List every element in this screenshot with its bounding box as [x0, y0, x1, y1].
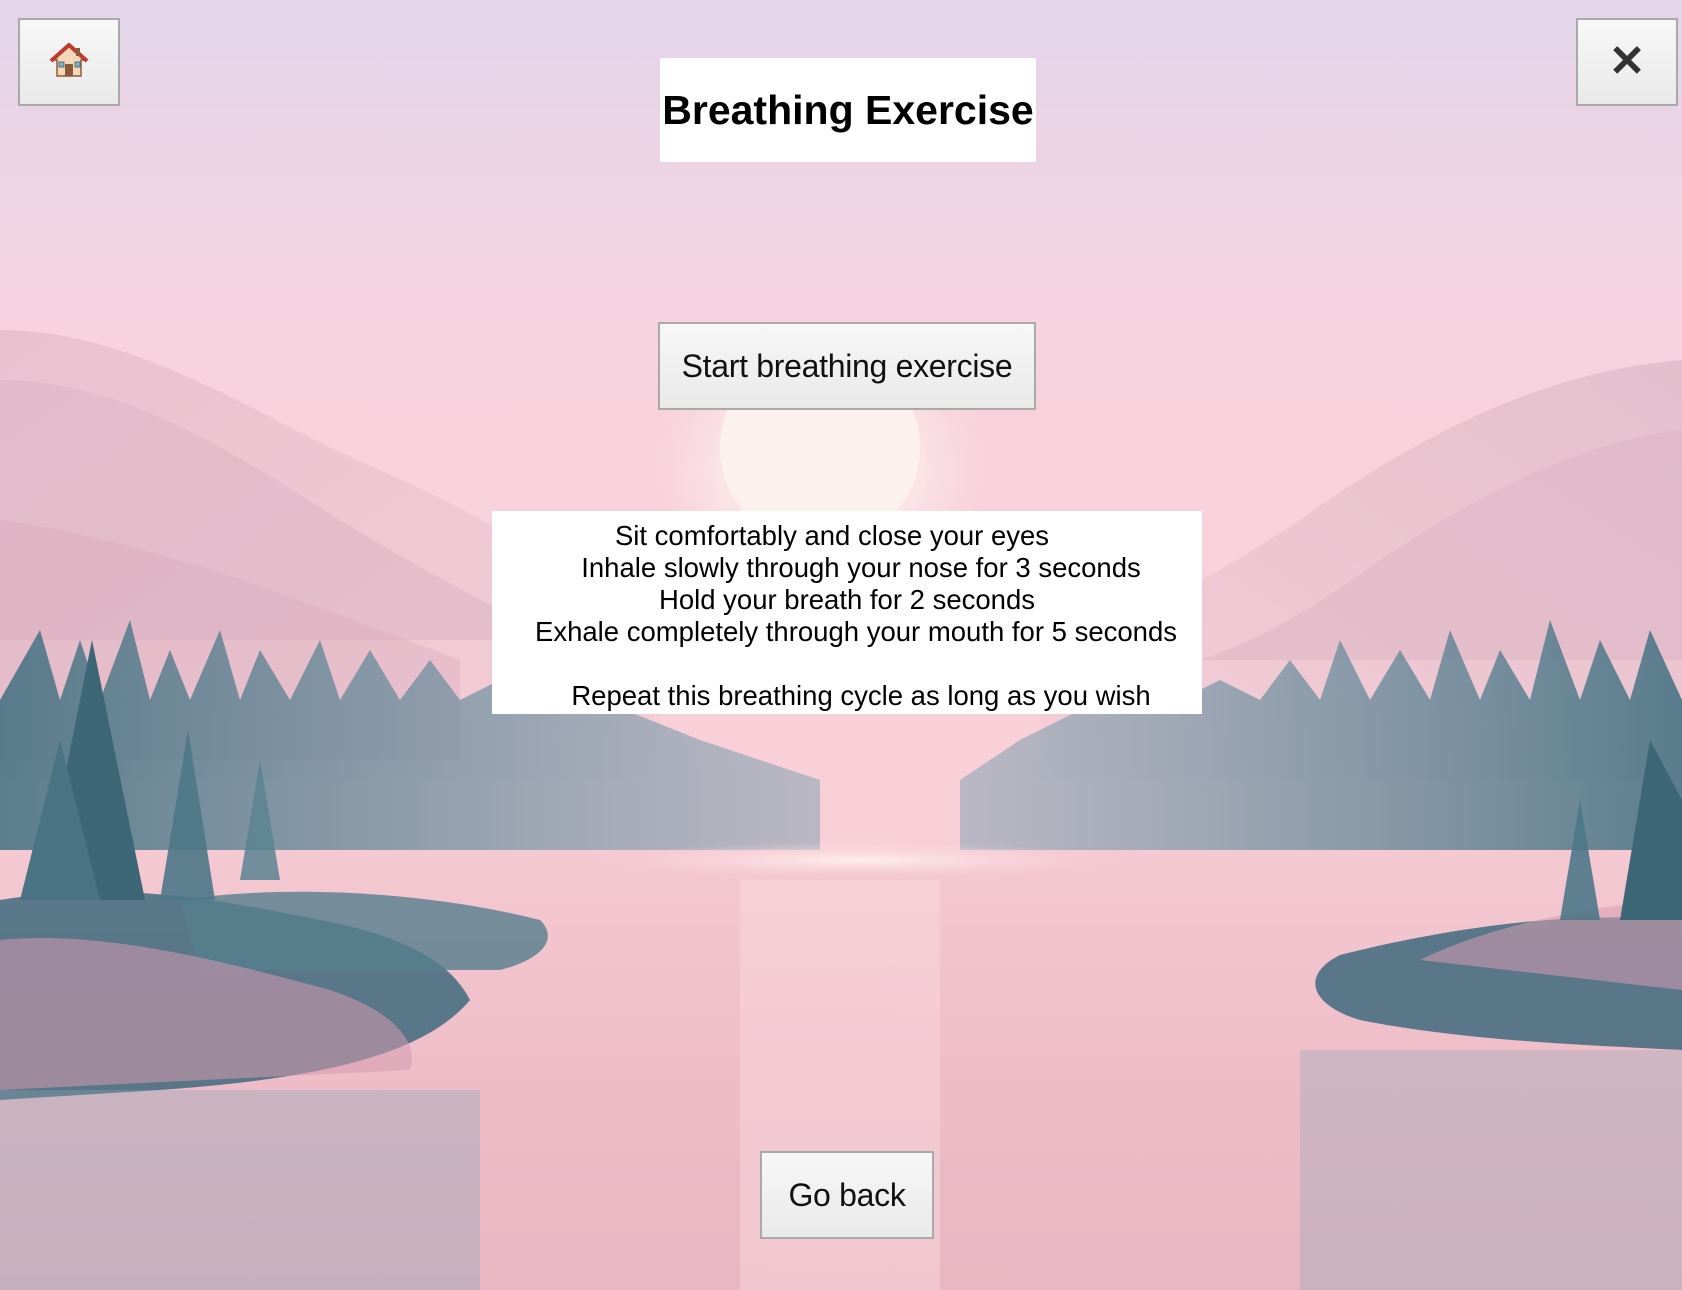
- close-icon: ✕: [1608, 37, 1646, 86]
- house-icon: [49, 40, 89, 85]
- instruction-line: Sit comfortably and close your eyes: [614, 520, 1050, 551]
- home-button[interactable]: [18, 18, 120, 106]
- instructions-panel: Sit comfortably and close your eyes Inha…: [492, 511, 1202, 714]
- instruction-line: Repeat this breathing cycle as long as y…: [571, 680, 1151, 711]
- instruction-line: Hold your breath for 2 seconds: [658, 584, 1036, 615]
- close-button[interactable]: ✕: [1576, 18, 1678, 106]
- instruction-line: Exhale completely through your mouth for…: [534, 616, 1178, 647]
- start-breathing-button[interactable]: Start breathing exercise: [658, 322, 1036, 410]
- go-back-button[interactable]: Go back: [760, 1151, 934, 1239]
- page-title: Breathing Exercise: [660, 58, 1036, 162]
- instruction-line: Inhale slowly through your nose for 3 se…: [581, 552, 1141, 583]
- instruction-spacer: [492, 648, 1202, 680]
